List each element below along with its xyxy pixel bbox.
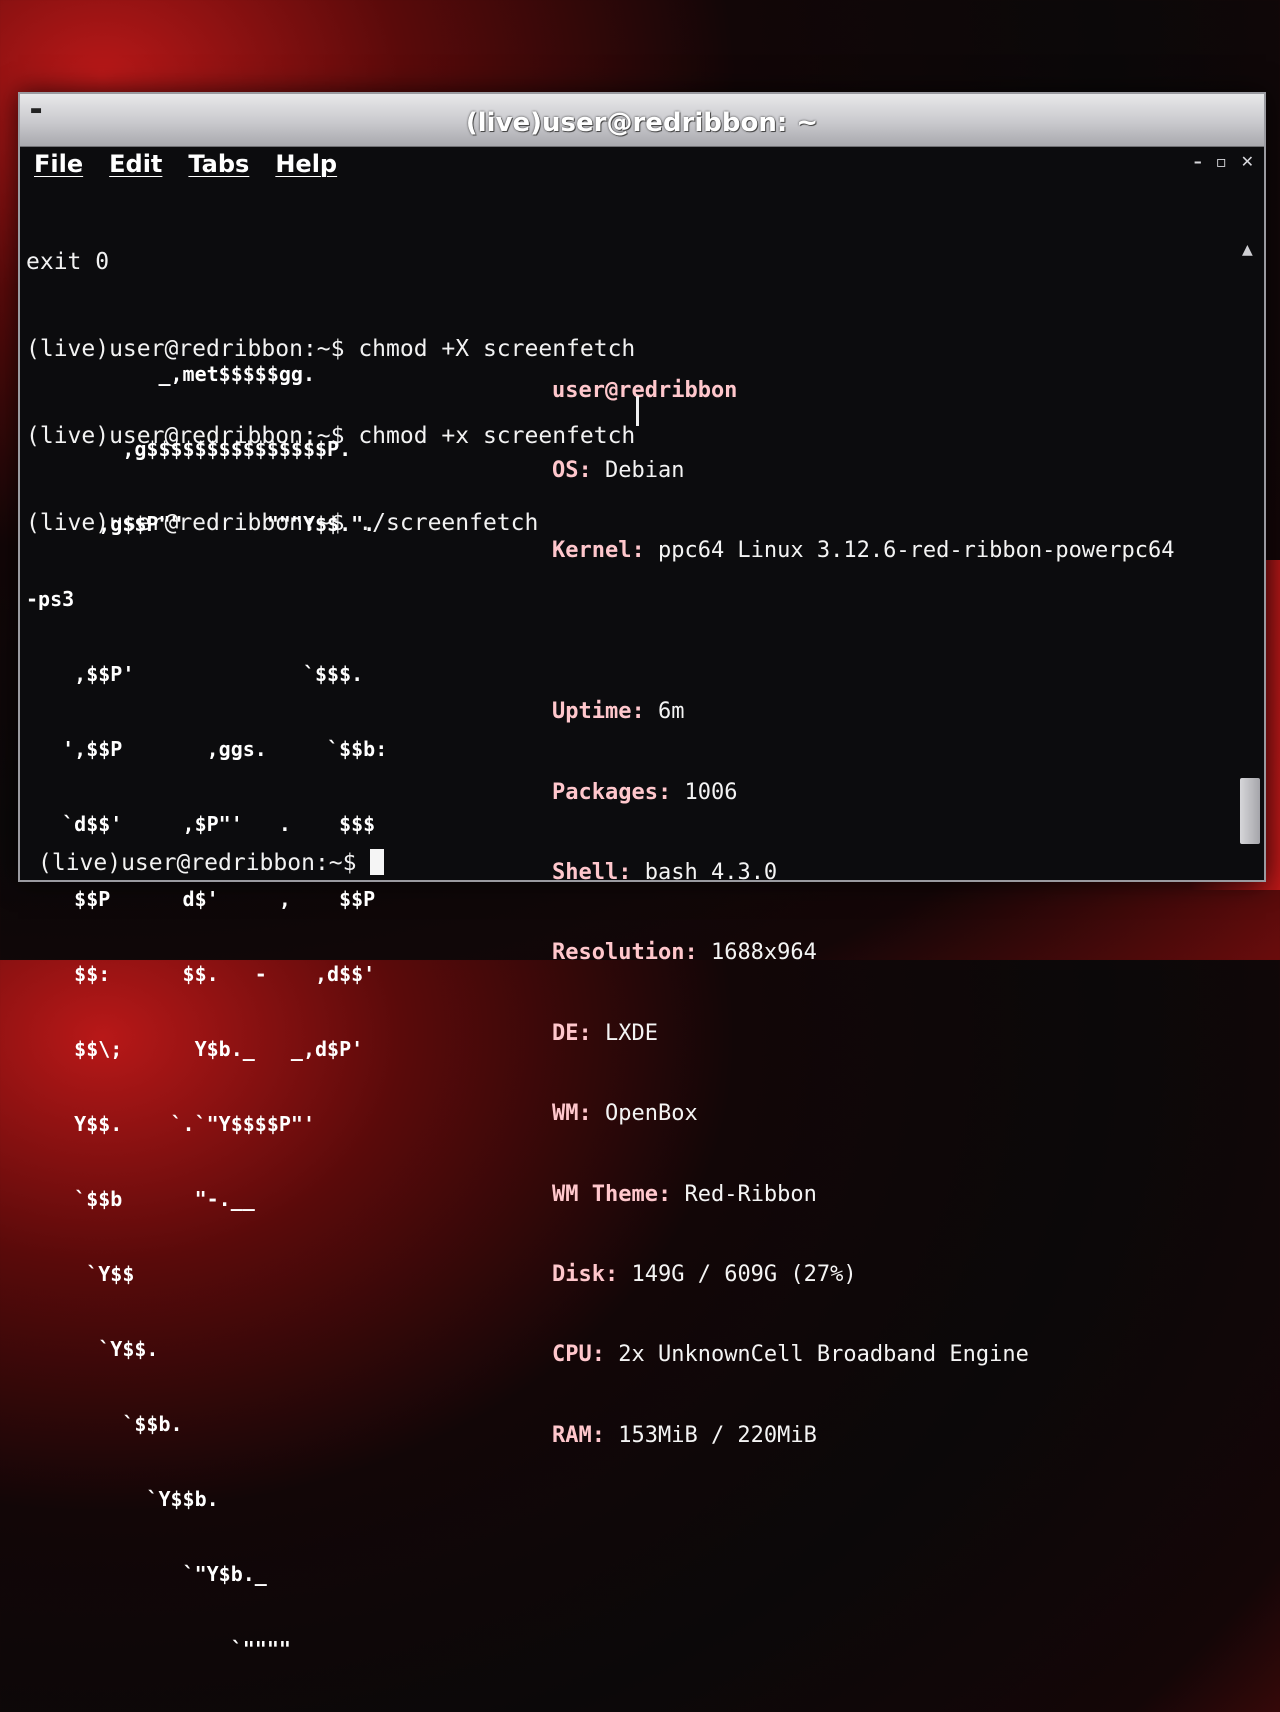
ascii-line: ,g$$$$$$$$$$$$$$$P.	[26, 437, 352, 461]
info-value: bash 4.3.0	[631, 859, 778, 885]
ascii-line: `Y$$b.	[26, 1487, 219, 1511]
ascii-line: ,$$P' `$$$.	[26, 662, 364, 686]
info-row-wm-theme: WM Theme: Red-Ribbon	[552, 1182, 1175, 1209]
menu-bar: File Edit Tabs Help	[34, 150, 337, 178]
terminal-window: ▬ (live)user@redribbon: ~ – ▫ ✕ File Edi…	[18, 92, 1266, 1661]
info-value: 2x UnknownCell Broadband Engine	[604, 1342, 1029, 1368]
history-line: exit 0	[26, 249, 110, 275]
menu-tabs[interactable]: Tabs	[188, 150, 249, 178]
ascii-line: $$: $$. - ,d$$'	[26, 962, 376, 986]
ascii-line: ',$$P ,ggs. `$$b:	[26, 737, 388, 761]
maximize-icon[interactable]: ▫	[1216, 152, 1227, 171]
minimize-icon[interactable]: –	[1194, 152, 1202, 171]
ascii-line: `$$b.	[26, 1412, 183, 1436]
info-value: 1006	[671, 779, 738, 805]
info-key: Packages:	[552, 779, 672, 805]
info-key: Resolution:	[552, 940, 698, 966]
host-label: user@redribbon	[552, 377, 738, 403]
close-icon[interactable]: ✕	[1241, 152, 1254, 171]
ascii-line: ,g$$P"" """Y$$.".	[26, 512, 376, 536]
info-row-ram: RAM: 153MiB / 220MiB	[552, 1423, 1175, 1450]
info-key: Disk:	[552, 1261, 619, 1287]
ascii-line: $$\; Y$b._ _,d$P'	[26, 1037, 364, 1061]
info-row-wm: WM: OpenBox	[552, 1101, 1175, 1128]
ascii-line: $$P d$' , $$P	[26, 887, 376, 911]
info-value: ppc64 Linux 3.12.6-red-ribbon-powerpc64	[644, 538, 1175, 564]
info-row-uptime: Uptime: 6m	[552, 699, 1175, 726]
ascii-line: `d$$' ,$P"' . $$$	[26, 812, 376, 836]
info-value: LXDE	[591, 1020, 658, 1046]
debian-ascii-logo: _,met$$$$$gg. ,g$$$$$$$$$$$$$$$P. ,g$$P"…	[26, 312, 387, 1712]
ascii-line: `Y$$	[26, 1262, 135, 1286]
info-row-packages: Packages: 1006	[552, 780, 1175, 807]
info-key: WM Theme:	[552, 1181, 672, 1207]
window-controls: – ▫ ✕	[1194, 152, 1254, 171]
scroll-up-arrow-icon[interactable]: ▲	[1242, 242, 1253, 258]
menu-edit[interactable]: Edit	[109, 150, 162, 178]
mouse-ibeam-cursor-icon	[636, 396, 639, 426]
info-row-de: DE: LXDE	[552, 1021, 1175, 1048]
shell-prompt-line[interactable]: (live)user@redribbon:~$	[38, 849, 385, 878]
info-key: Shell:	[552, 859, 632, 885]
ascii-line: `$$b "-.__	[26, 1187, 255, 1211]
info-value: OpenBox	[591, 1101, 698, 1127]
info-key: CPU:	[552, 1342, 605, 1368]
info-host: user@redribbon	[552, 378, 1175, 405]
info-row-resolution: Resolution: 1688x964	[552, 940, 1175, 967]
info-key: RAM:	[552, 1422, 605, 1448]
window-title: (live)user@redribbon: ~	[465, 108, 819, 138]
terminal-output[interactable]: exit 0 (live)user@redribbon:~$ chmod +X …	[26, 190, 1224, 1661]
info-key: OS:	[552, 457, 592, 483]
scrollbar[interactable]: ▲	[1238, 242, 1260, 868]
scrollbar-thumb[interactable]	[1240, 778, 1260, 844]
text-cursor	[370, 849, 385, 875]
system-info: user@redribbon OS: Debian Kernel: ppc64 …	[552, 324, 1175, 1503]
info-row-kernel: Kernel: ppc64 Linux 3.12.6-red-ribbon-po…	[552, 538, 1175, 565]
info-key: Uptime:	[552, 699, 645, 725]
ascii-line: _,met$$$$$gg.	[26, 362, 315, 386]
info-row-disk: Disk: 149G / 609G (27%)	[552, 1262, 1175, 1289]
info-row-shell: Shell: bash 4.3.0	[552, 860, 1175, 887]
info-value: 1688x964	[697, 940, 817, 966]
info-row-cpu: CPU: 2x UnknownCell Broadband Engine	[552, 1342, 1175, 1369]
info-key: WM:	[552, 1101, 592, 1127]
ascii-line: Y$$. `.`"Y$$$$P"'	[26, 1112, 315, 1136]
info-row-os: OS: Debian	[552, 458, 1175, 485]
info-key: Kernel:	[552, 538, 645, 564]
info-key: DE:	[552, 1020, 592, 1046]
menu-help[interactable]: Help	[275, 150, 337, 178]
info-value: 6m	[644, 699, 685, 725]
title-bar[interactable]: ▬ (live)user@redribbon: ~	[20, 94, 1264, 147]
menu-file[interactable]: File	[34, 150, 83, 178]
ascii-line: `""""	[26, 1637, 291, 1661]
ascii-line: `"Y$b._	[26, 1562, 267, 1586]
info-value: Debian	[591, 457, 685, 483]
shell-prompt: (live)user@redribbon:~$	[38, 850, 371, 876]
info-value: 153MiB / 220MiB	[604, 1422, 817, 1448]
info-value: 149G / 609G (27%)	[618, 1261, 857, 1287]
ascii-line: -ps3	[26, 587, 111, 611]
ascii-line: `Y$$.	[26, 1337, 159, 1361]
info-value: Red-Ribbon	[671, 1181, 817, 1207]
